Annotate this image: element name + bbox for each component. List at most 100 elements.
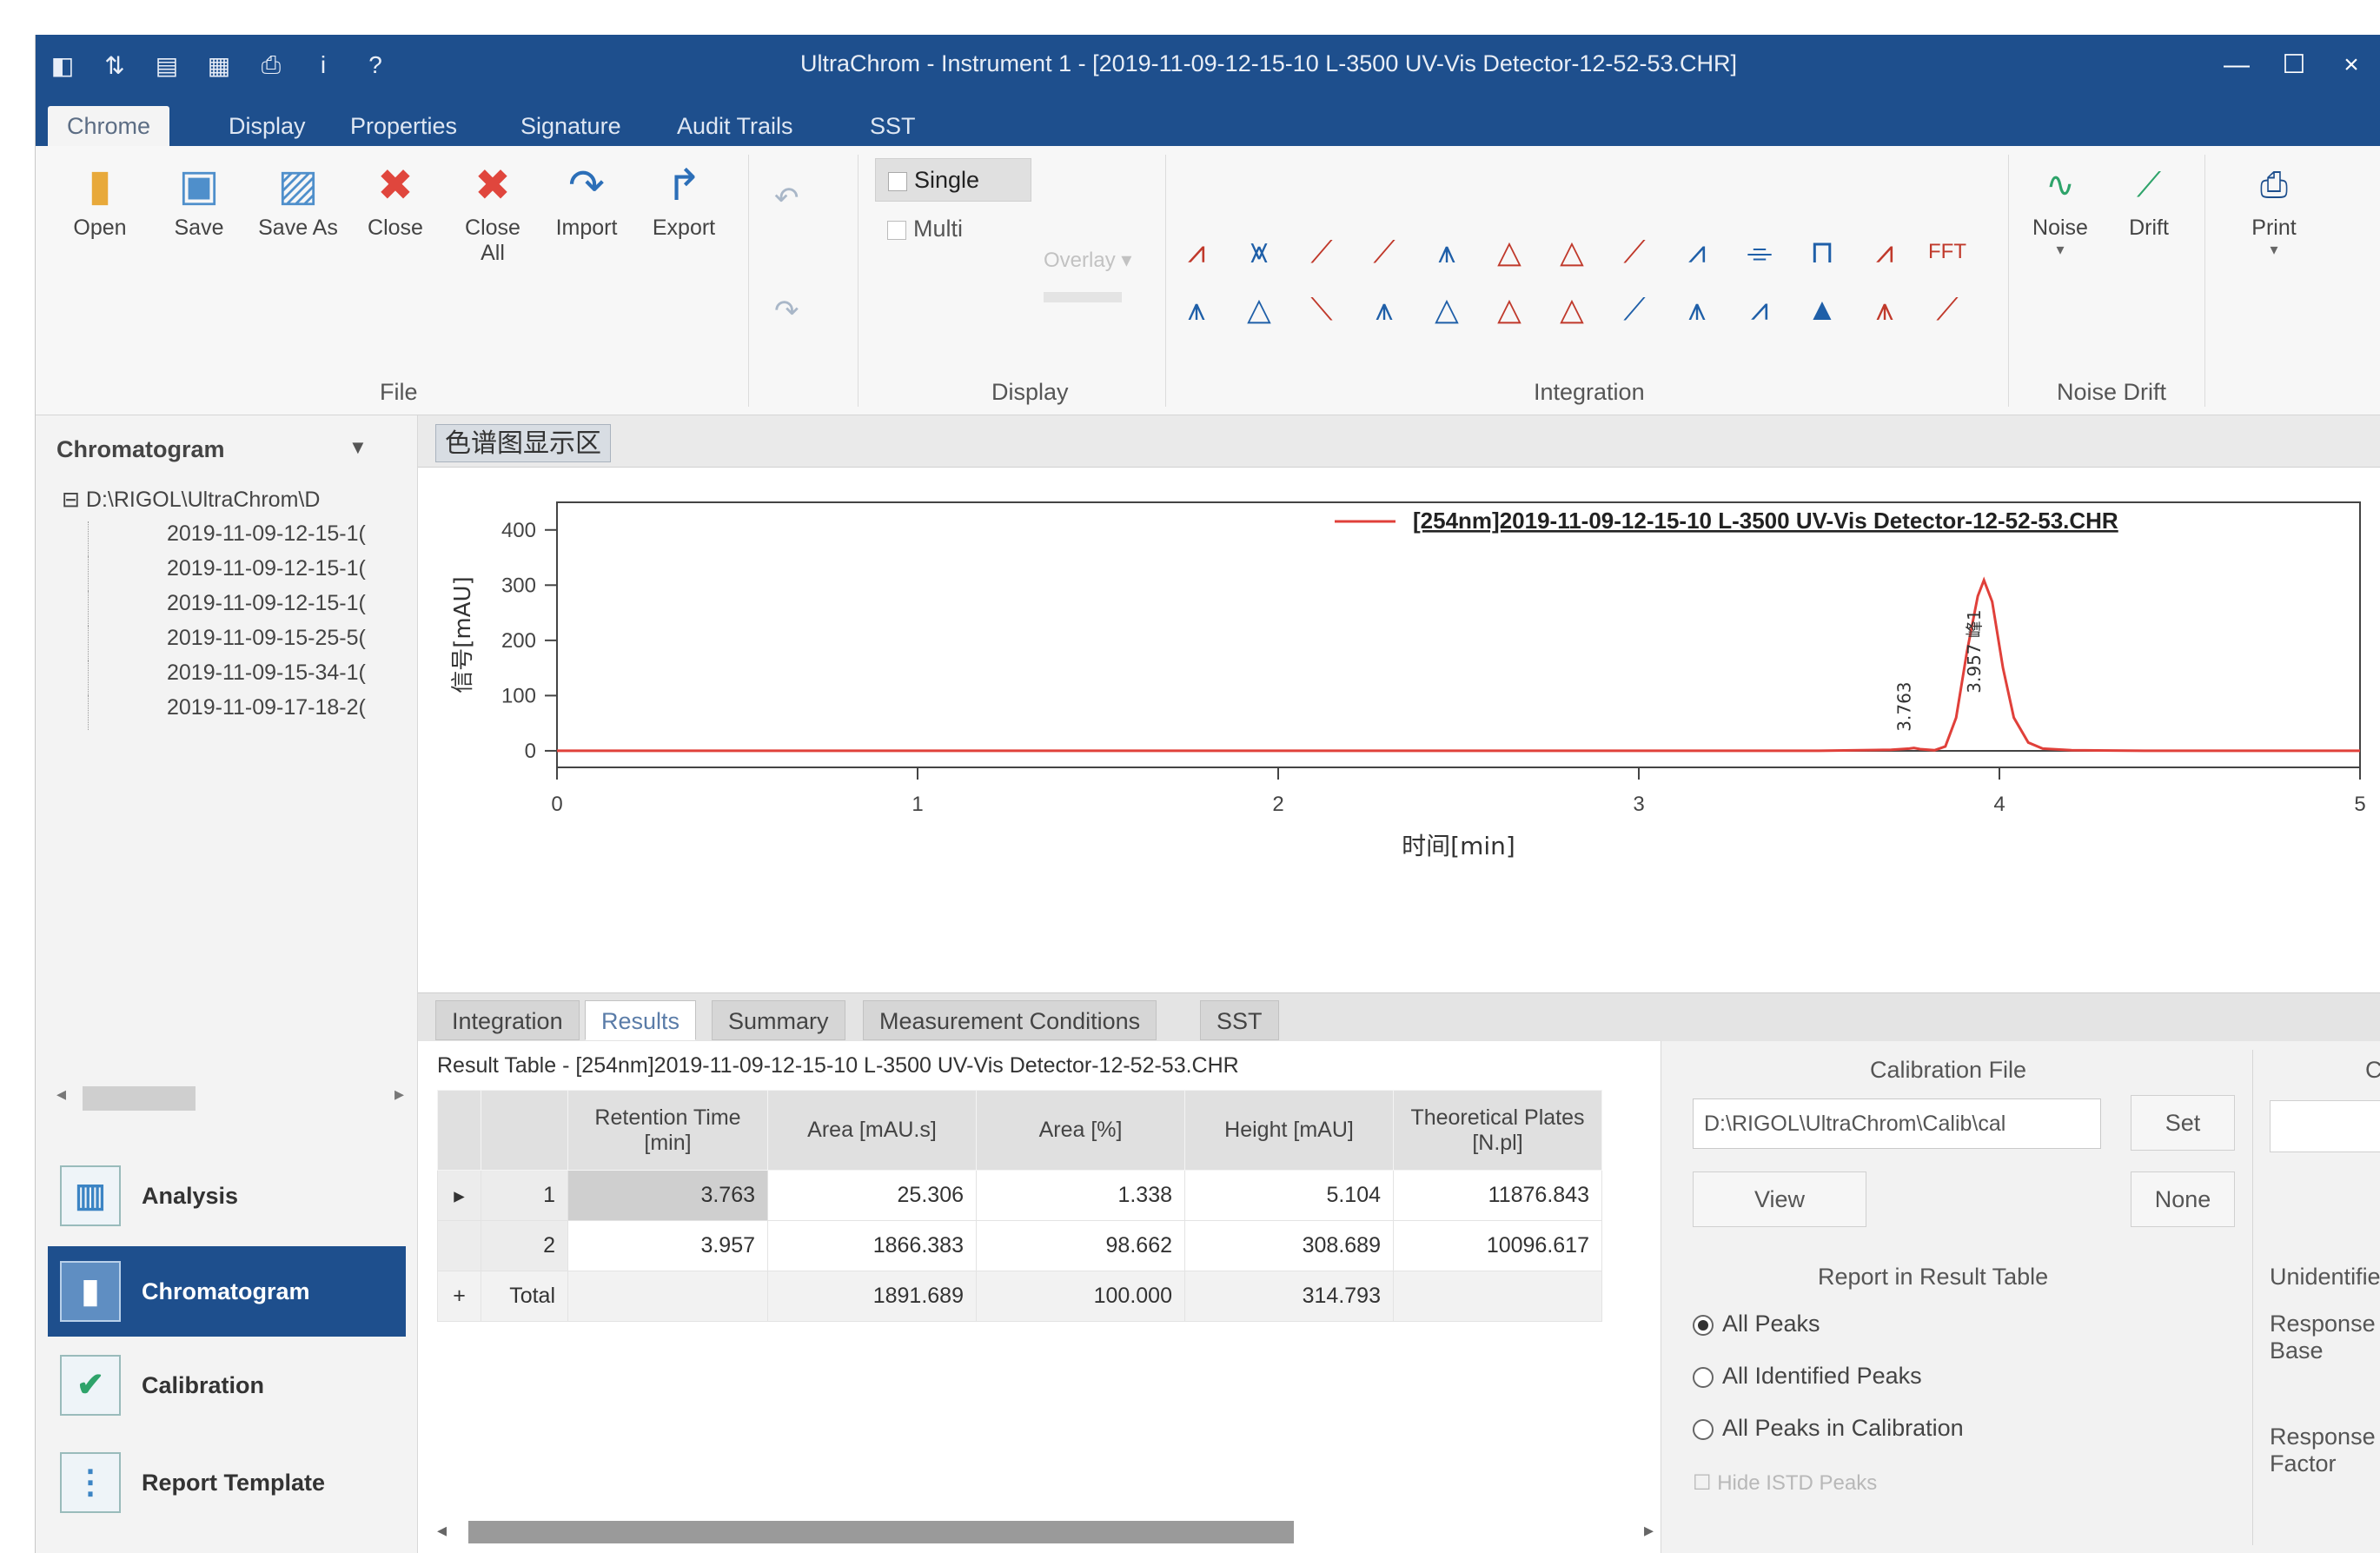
minimize-button[interactable]: — [2208, 35, 2265, 96]
view-button[interactable]: View [1693, 1171, 1866, 1227]
table-scrollbar[interactable]: ◂ ▸ [437, 1517, 1654, 1547]
column-header[interactable]: Theoretical Plates [N.pl] [1393, 1090, 1602, 1171]
table-row[interactable]: ▸ 1 3.763 25.306 1.338 5.104 11876.843 [437, 1170, 1602, 1221]
integration-tool-icon[interactable]: △ [1478, 233, 1541, 271]
scroll-thumb[interactable] [468, 1521, 1294, 1543]
collapse-icon[interactable]: ⊟ [62, 488, 80, 512]
tab-results[interactable]: Results [585, 1000, 697, 1040]
tree-item[interactable]: 2019-11-09-15-25-5( [88, 626, 366, 660]
import-button[interactable]: ↷ Import [545, 155, 628, 241]
cell-height[interactable]: 5.104 [1184, 1170, 1394, 1221]
close-button[interactable]: ✖ Close [354, 155, 437, 241]
cell-retention-time[interactable]: 3.763 [567, 1170, 768, 1221]
integration-tool-icon[interactable]: △ [1415, 290, 1478, 329]
drift-button[interactable]: ⟋ Drift [2107, 155, 2191, 241]
tab-audit-trails[interactable]: Audit Trails [658, 106, 812, 146]
hide-istd-checkbox[interactable]: ☐ Hide ISTD Peaks [1693, 1470, 1877, 1496]
single-toggle[interactable]: Single [875, 158, 1031, 202]
open-icon[interactable]: ▤ [152, 51, 182, 80]
scroll-thumb[interactable] [83, 1086, 196, 1111]
tree-item[interactable]: 2019-11-09-17-18-2( [88, 695, 366, 730]
multi-toggle[interactable]: Multi [887, 216, 963, 242]
integration-tool-icon[interactable]: ⩚ [1353, 290, 1415, 329]
nav-analysis[interactable]: ▥ Analysis [48, 1151, 406, 1241]
scroll-left-icon[interactable]: ◂ [56, 1083, 66, 1105]
tab-display[interactable]: Display [209, 106, 325, 146]
document-tab[interactable]: 色谱图显示区 [435, 424, 611, 462]
radio-all-peaks[interactable]: All Peaks [1693, 1311, 1820, 1337]
integration-tool-icon[interactable]: ▲ [1791, 290, 1853, 329]
cell-area-percent[interactable]: 1.338 [976, 1170, 1185, 1221]
integration-tool-icon[interactable]: ⩘ [1728, 290, 1791, 329]
print-icon[interactable]: ⎙ [256, 51, 286, 80]
tab-integration[interactable]: Integration [435, 1000, 580, 1040]
integration-tool-icon[interactable]: ⌯ [1728, 233, 1791, 271]
overlay-dropdown[interactable]: Overlay ▾ [1044, 243, 1183, 278]
integration-tool-icon[interactable]: ⩚ [1165, 290, 1228, 329]
radio-all-identified-peaks[interactable]: All Identified Peaks [1693, 1363, 1922, 1390]
set-button[interactable]: Set [2131, 1095, 2235, 1151]
integration-tool-icon[interactable]: △ [1228, 290, 1290, 329]
tree-item[interactable]: 2019-11-09-15-34-1( [88, 660, 366, 695]
cell-area[interactable]: 25.306 [767, 1170, 977, 1221]
column-header[interactable]: Area [mAU.s] [767, 1090, 977, 1171]
close-all-button[interactable]: ✖ Close All [451, 155, 534, 266]
maximize-button[interactable]: ☐ [2265, 35, 2323, 96]
column-header[interactable]: Height [mAU] [1184, 1090, 1394, 1171]
tab-chrome[interactable]: Chrome [48, 106, 170, 146]
cell-area[interactable]: 1866.383 [767, 1220, 977, 1271]
tree-item[interactable]: 2019-11-09-12-15-1( [88, 591, 366, 626]
nav-chromatogram[interactable]: ▮ Chromatogram [48, 1246, 406, 1337]
overlay-slider[interactable] [1044, 292, 1122, 302]
cell-plates[interactable]: 11876.843 [1393, 1170, 1602, 1221]
integration-tool-icon[interactable]: ⩘ [1165, 233, 1228, 271]
save-button[interactable]: ▣ Save [157, 155, 241, 241]
scroll-left-icon[interactable]: ◂ [437, 1519, 447, 1542]
integration-tool-icon[interactable]: ⟋ [1603, 290, 1666, 329]
cell-area-percent[interactable]: 98.662 [976, 1220, 1185, 1271]
undo-icon[interactable]: ↶ [774, 181, 799, 216]
chromatogram-plot[interactable]: 0 1 2 3 4 5 0 100 200 300 400 时间[min] 信号[mAU] [254nm]… [418, 468, 2380, 993]
scroll-right-icon[interactable]: ▸ [1644, 1519, 1654, 1542]
tree-scrollbar[interactable]: ◂ ▸ [56, 1083, 404, 1114]
cell-height[interactable]: 308.689 [1184, 1220, 1394, 1271]
integration-tool-icon[interactable]: ⟋ [1603, 233, 1666, 271]
radio-icon[interactable] [1693, 1366, 1714, 1388]
tree-item[interactable]: 2019-11-09-12-15-1( [88, 556, 366, 591]
table-row[interactable]: 2 3.957 1866.383 98.662 308.689 10096.61… [437, 1220, 1602, 1271]
radio-all-peaks-in-calibration[interactable]: All Peaks in Calibration [1693, 1415, 1964, 1442]
save-as-button[interactable]: ▨ Save As [256, 155, 340, 241]
integration-tool-icon[interactable]: △ [1478, 290, 1541, 329]
tab-signature[interactable]: Signature [501, 106, 640, 146]
export-button[interactable]: ↱ Export [642, 155, 726, 241]
integration-tool-icon[interactable]: ⟍ [1290, 290, 1353, 329]
close-window-button[interactable]: × [2323, 35, 2380, 96]
chart-svg[interactable]: 0 1 2 3 4 5 0 100 200 300 400 时间[min] 信号[mAU] [254nm]… [418, 468, 2380, 993]
info-icon[interactable]: i [308, 51, 338, 79]
integration-tool-icon[interactable]: ⩚ [1666, 290, 1728, 329]
calibration-path-field[interactable]: D:\RIGOL\UltraChrom\Calib\cal [1693, 1098, 2101, 1149]
integration-tool-icon[interactable]: ⩚ [1415, 233, 1478, 271]
tab-sst[interactable]: SST [1200, 1000, 1279, 1040]
scroll-right-icon[interactable]: ▸ [394, 1083, 404, 1105]
single-checkbox[interactable] [888, 171, 907, 191]
tree-root[interactable]: ⊟ D:\RIGOL\UltraChrom\D [62, 487, 366, 521]
pin-icon[interactable]: ▼ [348, 436, 368, 459]
cell-retention-time[interactable]: 3.957 [567, 1220, 768, 1271]
nav-calibration[interactable]: ✔ Calibration [48, 1340, 406, 1430]
fft-button[interactable]: FFT [1916, 233, 1979, 271]
layout-icon[interactable]: ▦ [204, 51, 234, 80]
redo-icon[interactable]: ↷ [774, 294, 799, 329]
open-button[interactable]: ▮ Open [58, 155, 142, 241]
tab-sst[interactable]: SST [851, 106, 935, 146]
integration-tool-icon[interactable]: ⩘ [1853, 233, 1916, 271]
integration-tool-icon[interactable]: △ [1541, 290, 1603, 329]
integration-tool-icon[interactable]: ⟋ [1290, 233, 1353, 271]
new-icon[interactable]: ⇅ [100, 51, 129, 80]
table-row-total[interactable]: + Total 1891.689 100.000 314.793 [437, 1271, 1602, 1322]
integration-tool-icon[interactable]: ⩚ [1853, 290, 1916, 329]
integration-tool-icon[interactable]: ⩙ [1228, 233, 1290, 271]
integration-tool-icon[interactable]: ⊓ [1791, 233, 1853, 271]
nav-report-template[interactable]: ⋮ Report Template [48, 1437, 406, 1528]
integration-tool-icon[interactable]: ⟋ [1353, 233, 1415, 271]
